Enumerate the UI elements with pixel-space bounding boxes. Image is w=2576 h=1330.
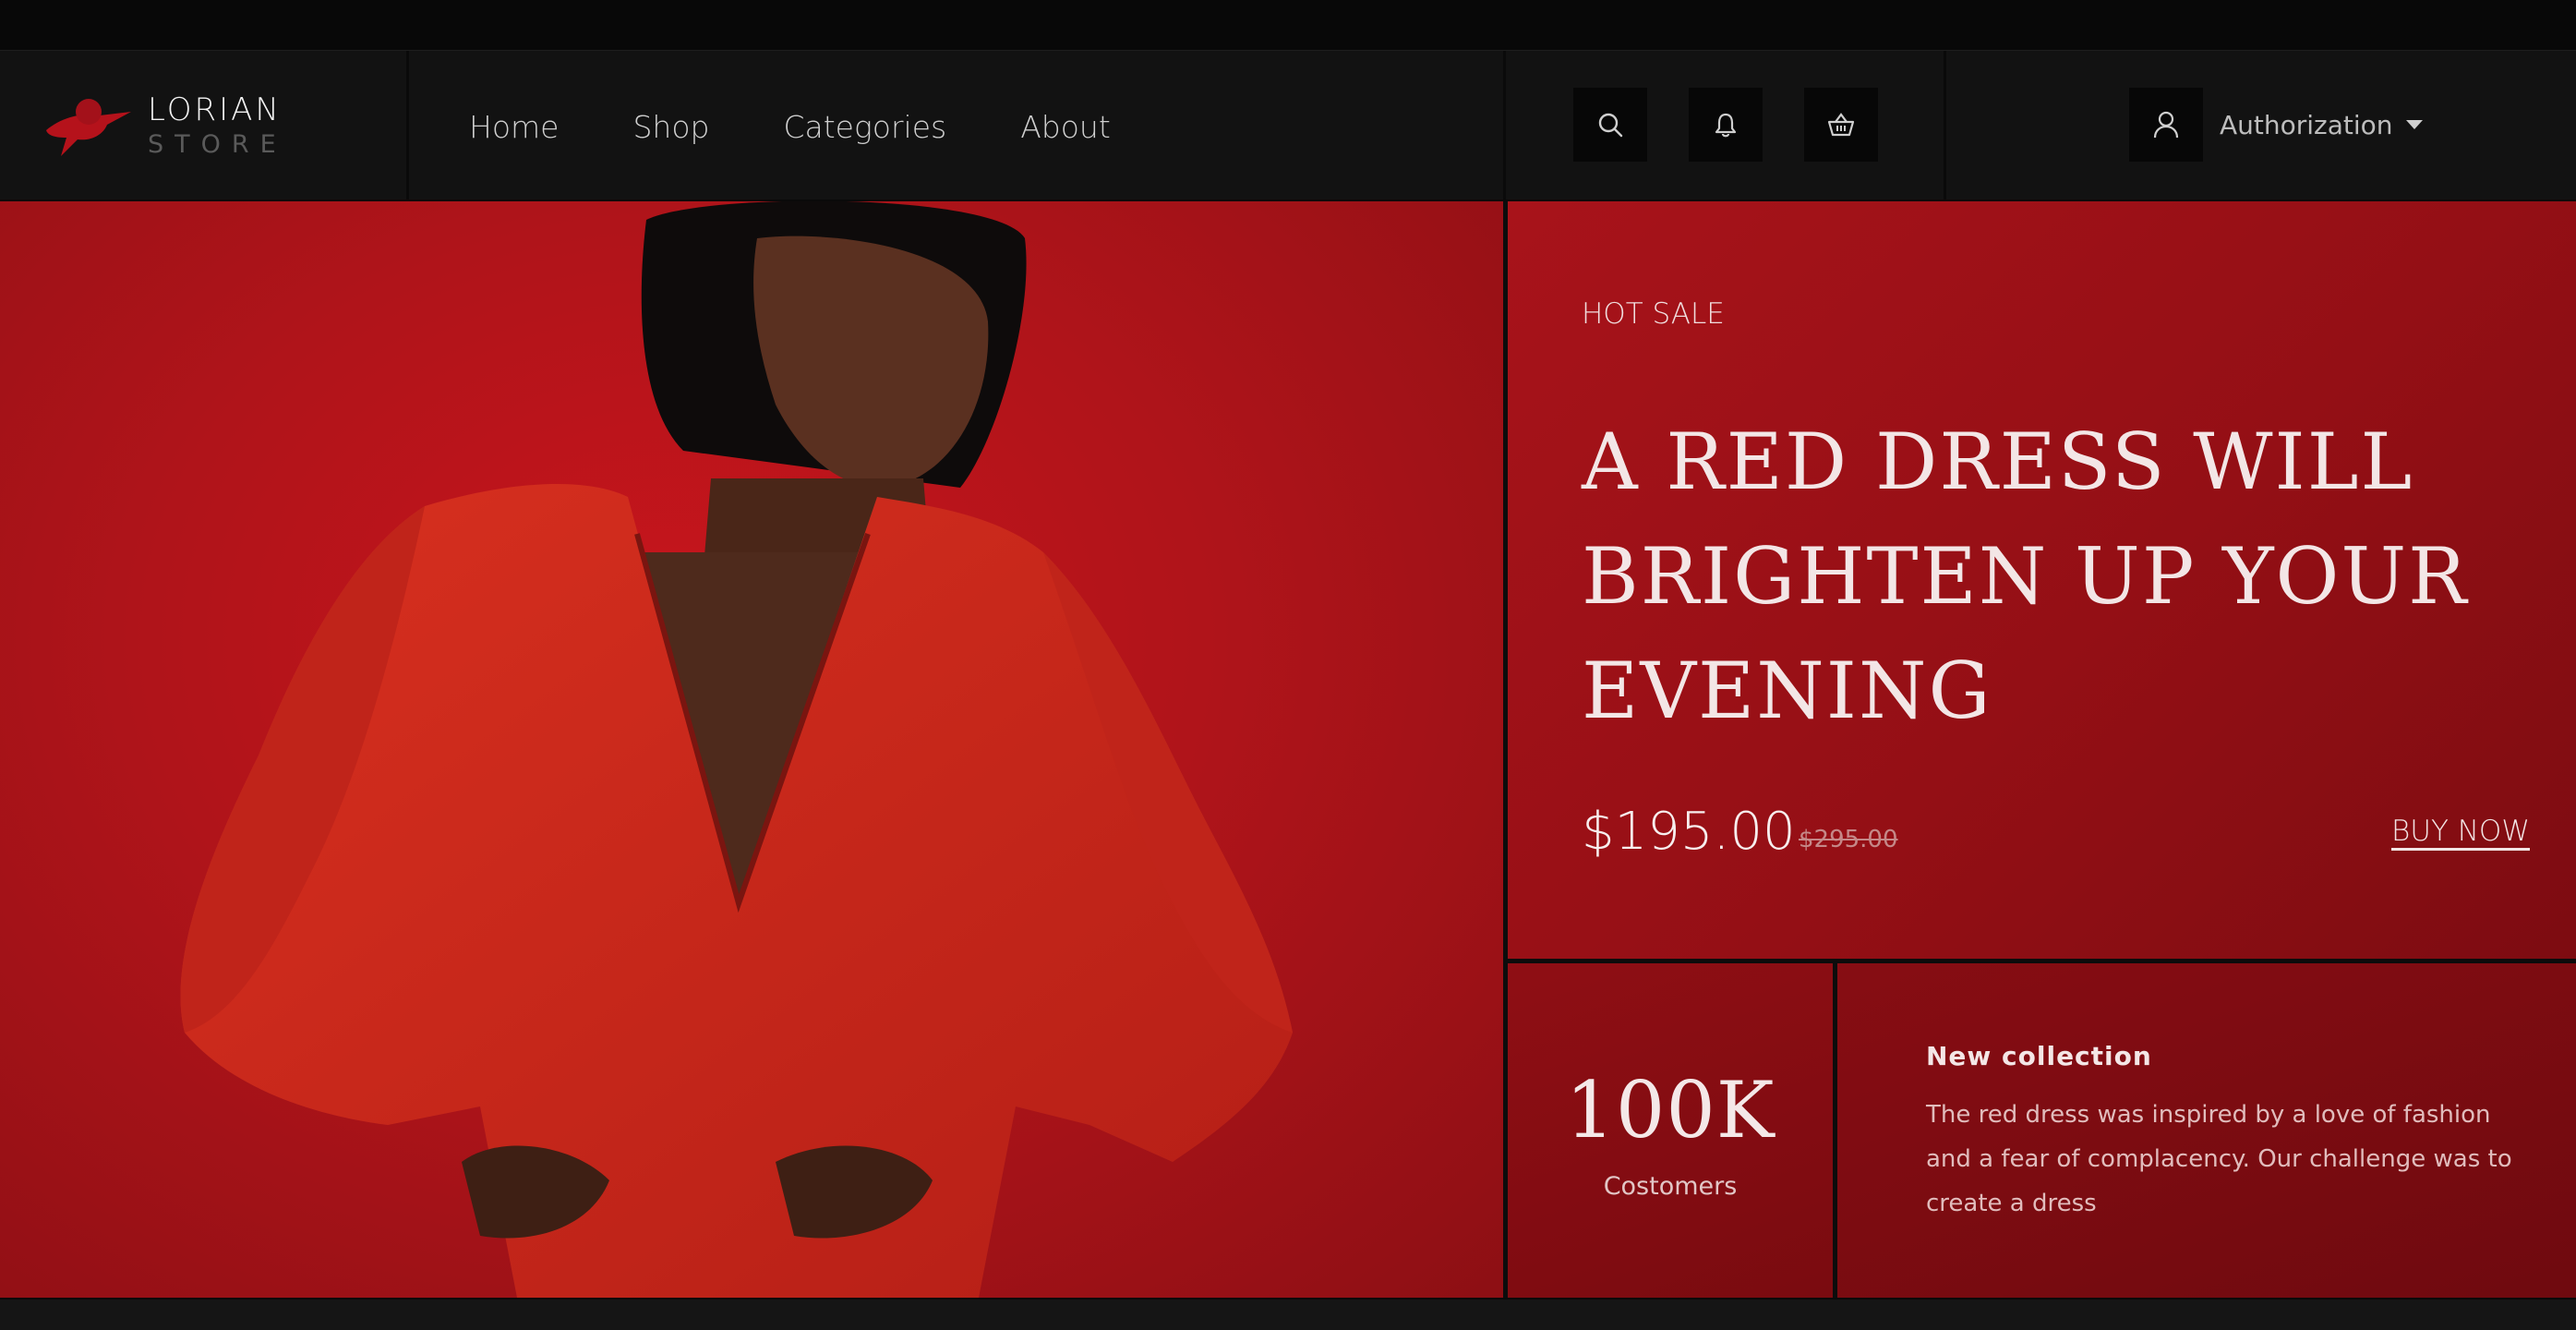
search-icon — [1598, 113, 1623, 138]
nav-categories[interactable]: Categories — [783, 109, 946, 145]
authorization-label[interactable]: Authorization — [2220, 110, 2393, 140]
promo-tag: HOT SALE — [1582, 297, 1725, 331]
stat-value: 100K — [1565, 1065, 1776, 1155]
brand-name: LORIAN — [148, 91, 282, 128]
notifications-button[interactable] — [1689, 88, 1763, 162]
avatar[interactable] — [2129, 88, 2203, 162]
brand-sub: STORE — [148, 130, 287, 159]
window-top-strip — [0, 0, 2576, 50]
header-divider — [406, 51, 409, 202]
customers-stat: 100K Costomers — [1508, 963, 1833, 1298]
new-collection-card: New collection The red dress was inspire… — [1837, 963, 2576, 1298]
logo[interactable]: LORIAN STORE — [42, 88, 375, 165]
promo-headline: A RED DRESS WILL BRIGHTEN UP YOUR EVENIN… — [1582, 417, 2469, 736]
bell-icon — [1715, 113, 1737, 138]
chevron-down-icon[interactable] — [2405, 120, 2423, 129]
collection-description: The red dress was inspired by a love of … — [1926, 1101, 2512, 1217]
bottom-strip — [0, 1298, 2576, 1330]
promo-price: $195.00 — [1582, 802, 1796, 862]
user-icon — [2153, 111, 2179, 139]
nav-shop[interactable]: Shop — [632, 109, 709, 145]
header-divider — [1503, 51, 1506, 202]
cart-button[interactable] — [1804, 88, 1878, 162]
search-button[interactable] — [1573, 88, 1647, 162]
basket-icon — [1827, 113, 1855, 137]
hat-logo-icon — [46, 99, 131, 156]
promo-panel: HOT SALE A RED DRESS WILL BRIGHTEN UP YO… — [1508, 201, 2576, 959]
nav-home[interactable]: Home — [469, 109, 559, 145]
header-divider — [1944, 51, 1946, 202]
buy-now-button[interactable]: BUY NOW — [2391, 815, 2530, 848]
stat-caption: Costomers — [1603, 1172, 1738, 1201]
hero-image — [0, 201, 1503, 1298]
collection-title: New collection — [1926, 1041, 2152, 1071]
promo-old-price: $295.00 — [1799, 826, 1898, 853]
authorization-menu[interactable]: Authorization — [2129, 88, 2423, 162]
site-header: LORIAN STORE Home Shop Categories About — [0, 50, 2576, 202]
model-photo — [180, 201, 1293, 1298]
nav-about[interactable]: About — [1020, 109, 1111, 145]
main-nav: Home Shop Categories About — [469, 51, 1185, 202]
